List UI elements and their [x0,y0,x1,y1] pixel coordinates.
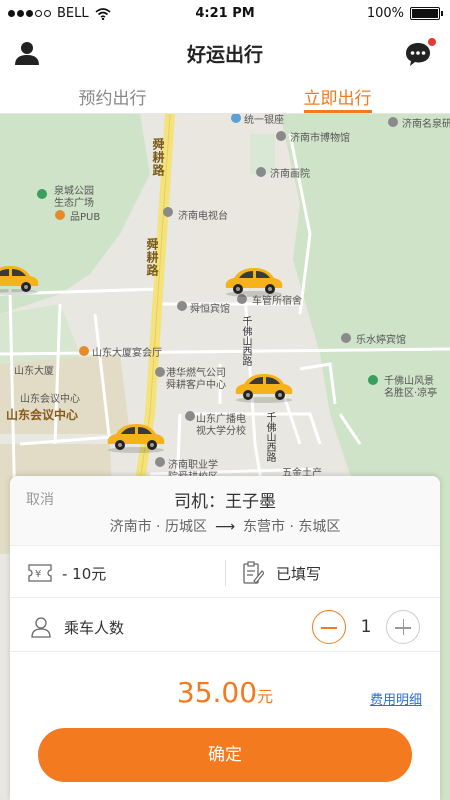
coupon-text: - 10元 [62,564,107,583]
edit-note-icon [243,561,264,584]
passengers-label: 乘车人数 [64,618,125,637]
map-label: 视大学分校 [196,426,246,437]
svg-text:¥: ¥ [35,569,41,580]
note-cell[interactable]: 已填写 [242,548,321,598]
coupon-note-row: ¥ - 10元 已填写 [10,548,440,598]
tab-immediate[interactable]: 立即出行 [225,76,450,113]
map-label: 舜恒宾馆 [190,304,230,315]
taxi-car-icon[interactable] [104,420,168,454]
passenger-label-cell: 乘车人数 [30,602,124,652]
route-origin: 济南市 · 历城区 [109,519,207,535]
tab-reserve[interactable]: 预约出行 [0,76,225,113]
coupon-icon: ¥ [28,564,52,582]
increment-button[interactable] [386,610,420,644]
decrement-button[interactable] [312,610,346,644]
taxi-car-icon[interactable] [232,370,296,404]
price-amount: 35.00 [176,676,258,709]
map-label-district: 山东会议中心 [6,408,79,422]
driver-name: 司机：王子墨 [174,492,276,512]
route-summary: 济南市 · 历城区 ⟶ 东营市 · 东城区 [10,516,440,536]
map-label: 舜耕客户中心 [166,380,226,391]
price-unit: 元 [257,687,274,706]
app-header: 好运出行 [0,28,450,76]
route-arrow-icon: ⟶ [214,519,236,535]
road-label: 千佛山西路 [240,316,251,366]
quantity-stepper: 1 [312,602,420,652]
taxi-car-icon[interactable] [0,262,42,296]
confirm-button[interactable]: 确定 [38,728,412,782]
row-divider [225,560,226,586]
map-label: 生态广场 [54,198,94,209]
mode-tabs: 预约出行 立即出行 [0,76,450,114]
order-card-header: 取消 司机：王子墨 济南市 · 历城区 ⟶ 东营市 · 东城区 [10,476,440,546]
taxi-car-icon[interactable] [222,264,286,298]
fee-detail-link[interactable]: 费用明细 [370,689,422,708]
map-label: 济南市博物馆 [290,133,350,144]
coupon-cell[interactable]: ¥ - 10元 [28,548,106,598]
app-title: 好运出行 [186,44,263,66]
road-label: 千佛山西路 [264,412,275,462]
passenger-count: 1 [360,617,372,637]
map-label: 山东大厦宴会厅 [92,348,162,359]
passenger-row: 乘车人数 1 [10,602,440,652]
order-card: 取消 司机：王子墨 济南市 · 历城区 ⟶ 东营市 · 东城区 ¥ - 10元 已填… [10,476,440,800]
battery-icon [410,7,443,20]
battery-percent: 100% [366,6,404,21]
map-label: 品PUB [70,212,101,223]
status-right: 100% [366,6,443,21]
map-label: 名胜区·凉亭 [384,388,438,399]
battery-fill [412,9,438,18]
map-label: 统一银座 [244,115,284,126]
road-label: 舜耕路 [151,138,165,177]
road-label: 舜耕路 [145,238,159,277]
map-label: 济南电视台 [178,211,228,222]
map-label: 济南画院 [270,169,310,180]
map-label: 济南名泉研究会 [402,119,450,130]
map-label: 乐水婷宾馆 [356,335,406,346]
route-destination: 东营市 · 东城区 [243,519,341,535]
notification-badge [428,38,436,46]
map-label: 山东会议中心 [20,394,80,405]
person-icon [31,617,51,638]
map-label: 山东大厦 [14,366,54,377]
status-bar: BELL 4:21 PM 100% [0,0,450,28]
note-status: 已填写 [276,564,322,583]
